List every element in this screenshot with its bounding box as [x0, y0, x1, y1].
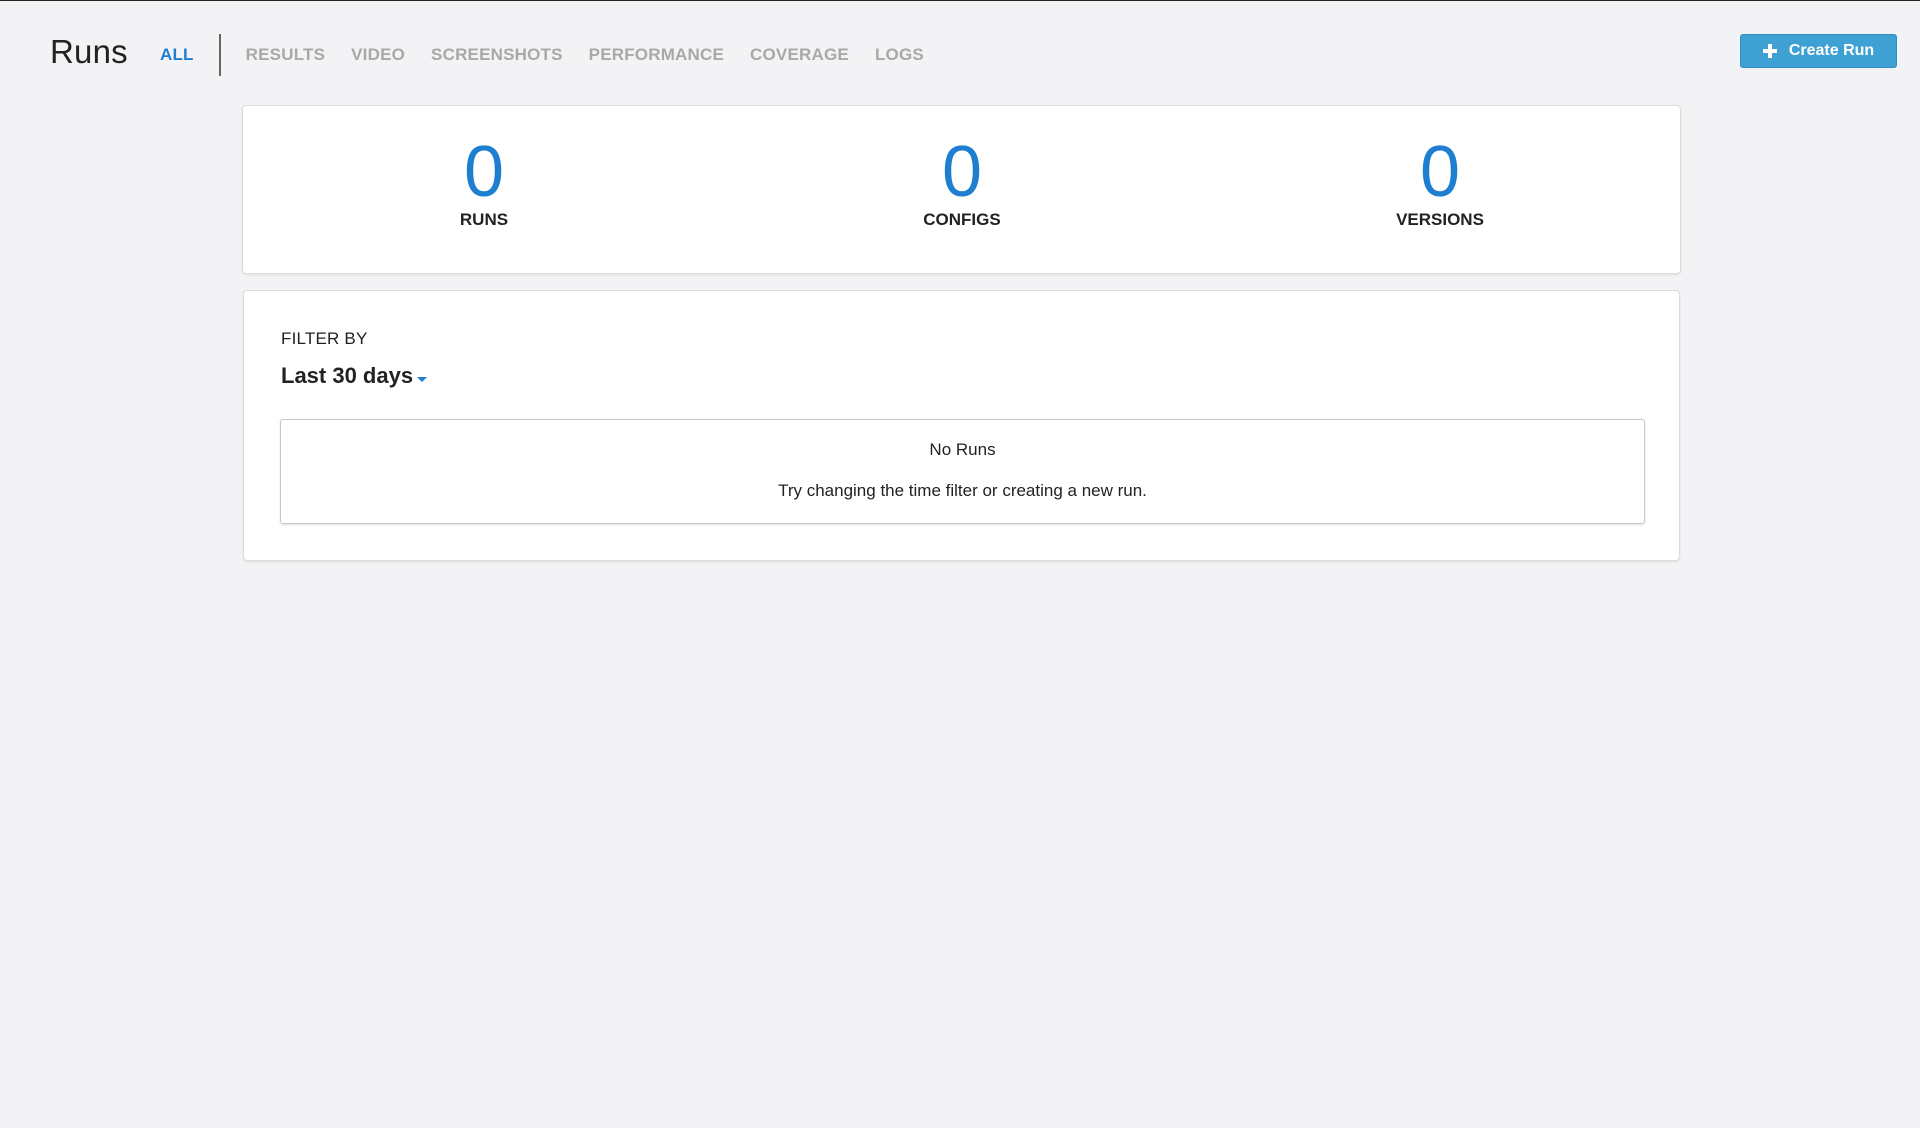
empty-state-description: Try changing the time filter or creating… [778, 481, 1147, 500]
stat-configs-value: 0 [941, 132, 983, 212]
stats-card: 0 RUNS 0 CONFIGS 0 VERSIONS [242, 105, 1681, 274]
plus-icon [1762, 44, 1777, 58]
time-filter-value: Last 30 days [281, 363, 414, 388]
tab-coverage[interactable]: COVERAGE [750, 45, 849, 65]
tab-results[interactable]: RESULTS [246, 45, 325, 65]
tab-screenshots[interactable]: SCREENSHOTS [431, 45, 563, 65]
create-run-button[interactable]: Create Run [1740, 34, 1897, 68]
tab-bar: ALL RESULTS VIDEO SCREENSHOTS PERFORMANC… [160, 34, 950, 76]
empty-state: No Runs Try changing the time filter or … [280, 419, 1645, 524]
empty-state-title: No Runs [929, 440, 996, 459]
tab-video[interactable]: VIDEO [351, 45, 405, 65]
create-run-label: Create Run [1788, 42, 1875, 59]
chevron-down-icon [417, 376, 428, 382]
stat-configs: 0 CONFIGS [862, 136, 1062, 230]
tab-all[interactable]: ALL [160, 45, 194, 65]
page-title: Runs [50, 33, 128, 70]
tab-logs[interactable]: LOGS [875, 45, 924, 65]
time-filter-dropdown[interactable]: Last 30 days [281, 363, 428, 389]
stat-runs-label: RUNS [459, 210, 509, 229]
stat-versions: 0 VERSIONS [1340, 136, 1540, 230]
filter-by-label: FILTER BY [281, 329, 368, 348]
filter-card: FILTER BY Last 30 days No Runs Try chang… [243, 290, 1680, 561]
stat-versions-label: VERSIONS [1396, 210, 1484, 229]
stat-versions-value: 0 [1419, 132, 1461, 212]
stat-configs-label: CONFIGS [923, 210, 1001, 229]
tab-divider [218, 34, 221, 76]
stat-runs-value: 0 [463, 132, 505, 212]
tab-performance[interactable]: PERFORMANCE [589, 45, 724, 65]
header: Runs ALL RESULTS VIDEO SCREENSHOTS PERFO… [0, 0, 1920, 100]
stat-runs: 0 RUNS [384, 136, 584, 230]
